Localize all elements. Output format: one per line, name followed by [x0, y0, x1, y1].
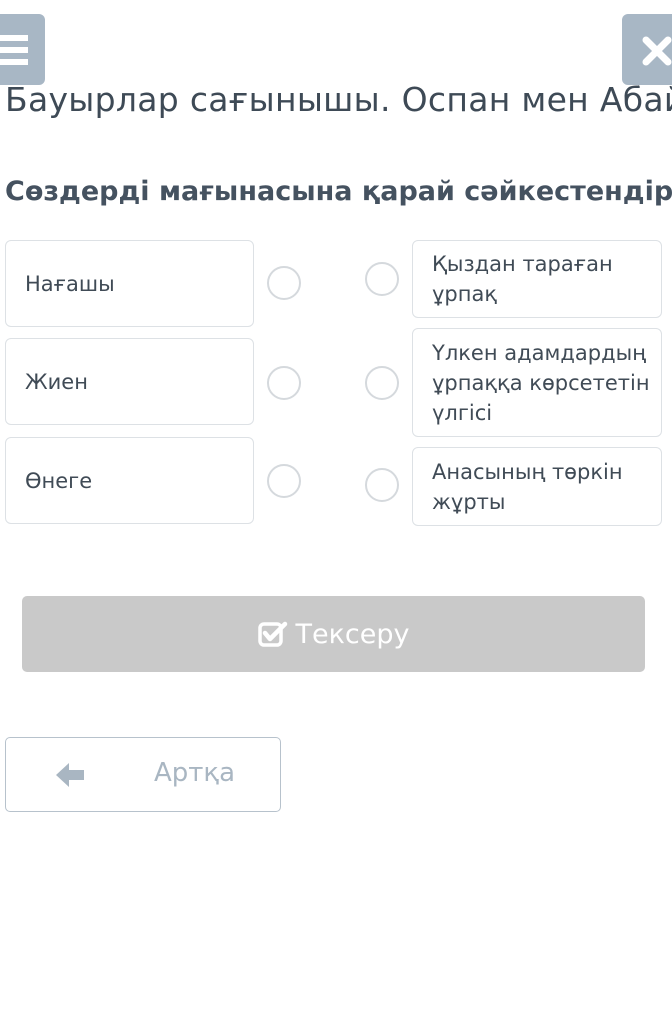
arrow-left-icon [56, 763, 84, 787]
right-item-card[interactable]: Қыздан тараған ұрпақ [412, 240, 662, 318]
right-item-card[interactable]: Анасының төркін жұрты [412, 447, 662, 526]
back-button-label: Артқа [154, 758, 236, 788]
checkbox-check-icon [257, 621, 287, 647]
left-match-radio[interactable] [267, 366, 301, 400]
hamburger-menu-icon-bar [0, 47, 28, 53]
check-button[interactable]: Тексеру [22, 596, 645, 672]
check-button-label: Тексеру [295, 618, 410, 650]
right-item-label: Анасының төркін жұрты [432, 459, 623, 514]
right-item-label: Үлкен адамдардың ұрпаққа көрсететін үлгі… [432, 340, 650, 425]
right-item-card[interactable]: Үлкен адамдардың ұрпаққа көрсететін үлгі… [412, 328, 662, 437]
hamburger-menu-icon [0, 35, 28, 41]
left-item-label: Жиен [25, 369, 88, 394]
right-match-radio[interactable] [365, 366, 399, 400]
exercise-instruction: Сөздерді мағынасына қарай сәйкестендір. [5, 176, 672, 207]
page-title: Бауырлар сағынышы. Оспан мен Абай [5, 80, 672, 119]
close-button[interactable] [622, 14, 672, 85]
right-item-label: Қыздан тараған ұрпақ [432, 252, 613, 306]
back-button[interactable]: Артқа [5, 737, 281, 812]
right-match-radio[interactable] [365, 468, 399, 502]
page: Бауырлар сағынышы. Оспан мен Абай Сөздер… [0, 0, 672, 1026]
left-item-label: Нағашы [25, 271, 115, 296]
left-match-radio[interactable] [267, 266, 301, 300]
hamburger-menu-icon-bar [0, 59, 28, 65]
left-item-card[interactable]: Жиен [5, 338, 254, 425]
close-x-icon [642, 36, 672, 66]
right-match-radio[interactable] [365, 262, 399, 296]
left-item-card[interactable]: Нағашы [5, 240, 254, 327]
left-item-card[interactable]: Өнеге [5, 437, 254, 524]
menu-button[interactable] [0, 14, 45, 85]
left-item-label: Өнеге [25, 468, 93, 493]
left-match-radio[interactable] [267, 464, 301, 498]
